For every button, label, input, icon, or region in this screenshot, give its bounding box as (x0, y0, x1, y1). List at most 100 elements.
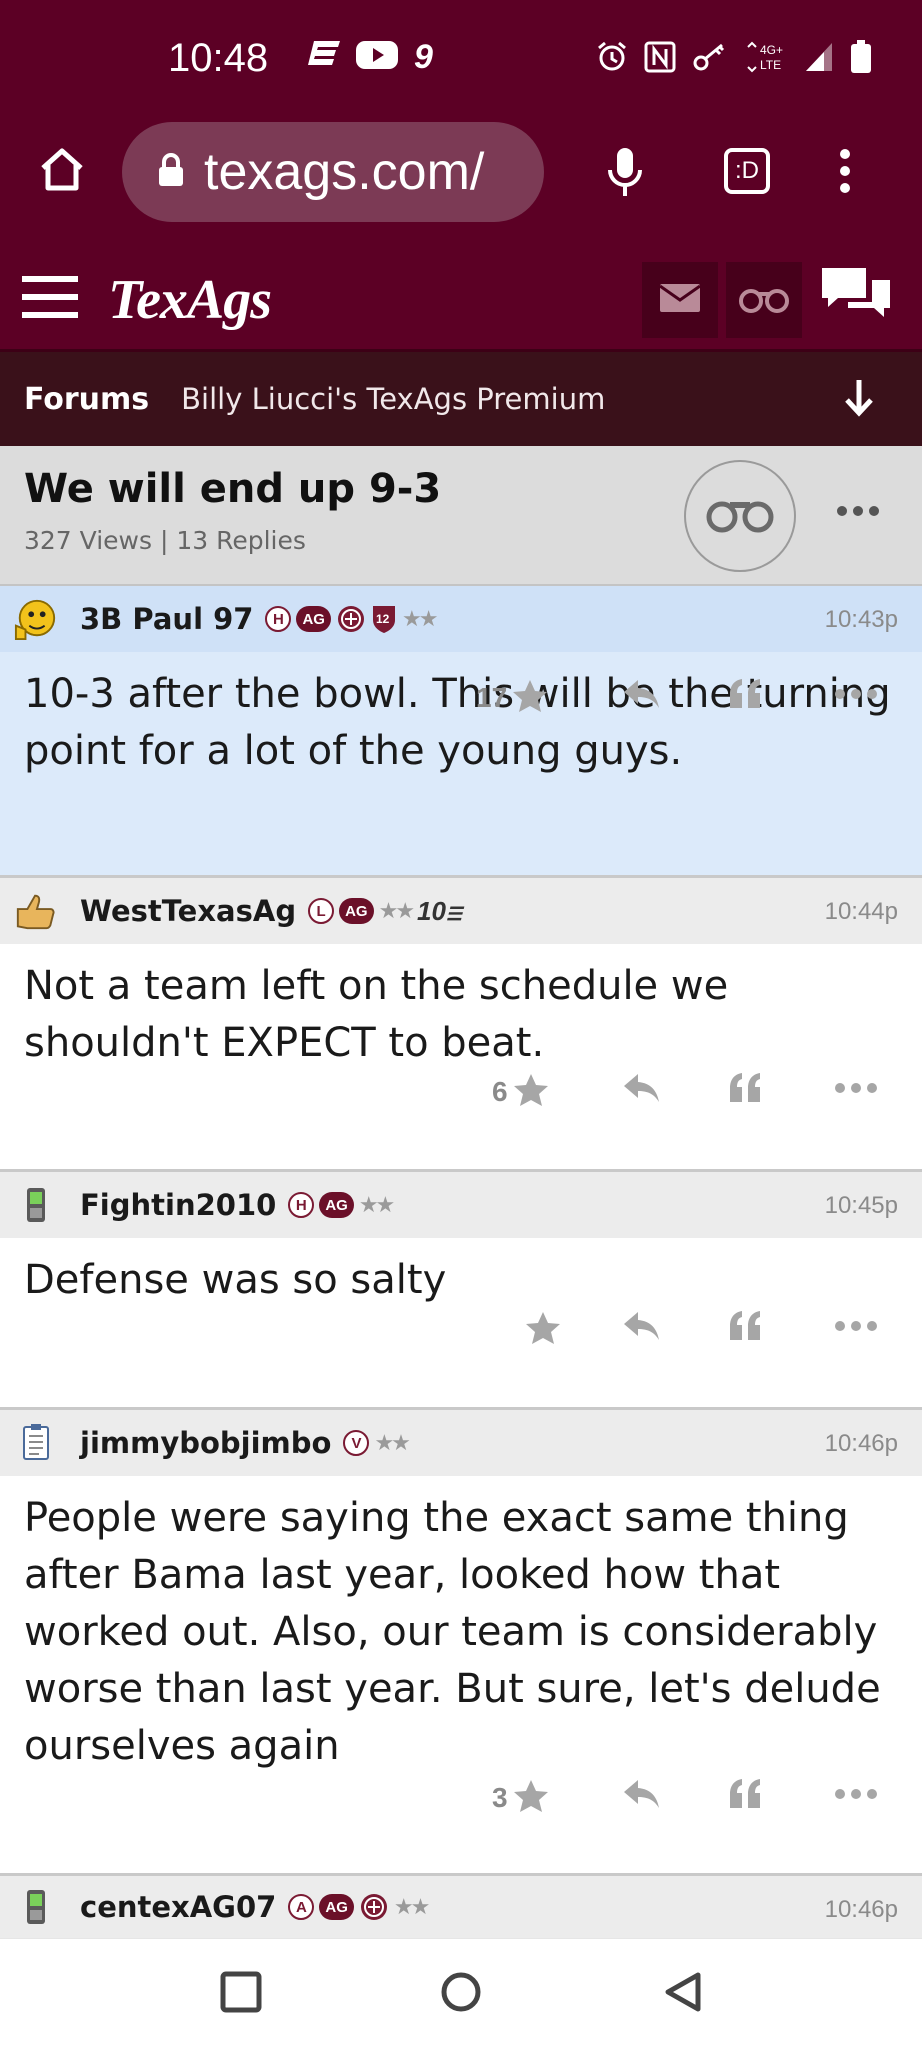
system-nav-bar (0, 1938, 922, 2048)
recents-icon[interactable] (220, 1971, 262, 2017)
star-icon (511, 678, 549, 718)
status-time: 10:48 (168, 36, 269, 80)
vpn-key-icon (692, 41, 728, 73)
quote-button[interactable] (728, 1310, 764, 1346)
like-button[interactable]: 17 (476, 678, 549, 718)
home-nav-icon[interactable] (440, 1971, 482, 2017)
post-username[interactable]: Fightin2010 (80, 1188, 276, 1222)
post-body: Defense was so salty (24, 1257, 447, 1303)
browser-toolbar: texags.com/ :D (0, 118, 922, 228)
texags-logo[interactable]: TexAgs (108, 268, 272, 332)
post-header: Fightin2010 H AG ★★ 10:45p (0, 1172, 922, 1238)
star-icon (512, 1072, 550, 1112)
post-content: 10-3 after the bowl. This will be the tu… (0, 652, 922, 875)
messages-button[interactable] (642, 262, 718, 338)
browser-menu-icon[interactable] (838, 148, 852, 198)
thread-more-icon[interactable] (836, 502, 880, 521)
badge-ag: AG (339, 898, 374, 924)
like-count: 6 (492, 1076, 508, 1107)
quote-button[interactable] (728, 1778, 764, 1814)
breadcrumb-board[interactable]: Billy Liucci's TexAgs Premium (181, 382, 605, 416)
post: WestTexasAg L AG ★★ 10☰ 10:44p Not a tea… (0, 878, 922, 1172)
thread-header: We will end up 9-3 327 Views | 13 Replie… (0, 446, 922, 586)
stars-badge: ★★ (393, 1894, 430, 1920)
post-more-button[interactable] (834, 1778, 878, 1814)
post-body: Not a team left on the schedule we shoul… (24, 963, 729, 1066)
reply-button[interactable] (622, 678, 662, 714)
avatar[interactable] (14, 1183, 58, 1227)
post-username[interactable]: jimmybobjimbo (80, 1426, 331, 1460)
quote-icon (728, 1778, 764, 1814)
star-icon (512, 1778, 550, 1818)
reply-button[interactable] (622, 1310, 662, 1346)
seal-badge-icon (336, 604, 366, 634)
user-badges: H AG ★★ (288, 1192, 395, 1218)
url-text[interactable]: texags.com/ (204, 142, 544, 202)
more-icon (834, 1778, 878, 1814)
home-icon[interactable] (38, 146, 86, 198)
badge-ag: AG (296, 606, 331, 632)
quote-icon (728, 678, 764, 714)
watch-thread-button[interactable] (684, 460, 796, 572)
binoculars-icon (738, 282, 790, 318)
user-badges: L AG ★★ 10☰ (308, 896, 462, 927)
post-header: 3B Paul 97 H AG 12 ★★ 10:43p (0, 586, 922, 652)
status-bar: 10:48 9 4G+ LTE (0, 0, 922, 118)
signal-icon (804, 41, 834, 73)
avatar[interactable] (14, 889, 58, 933)
quote-button[interactable] (728, 678, 764, 714)
stars-badge: ★★ (378, 898, 415, 924)
tab-switcher-button[interactable]: :D (724, 148, 770, 194)
chat-icon[interactable] (818, 264, 894, 328)
post-username[interactable]: WestTexasAg (80, 894, 296, 928)
post-username[interactable]: centexAG07 (80, 1890, 276, 1924)
avatar[interactable] (14, 1421, 58, 1465)
hamburger-menu-icon[interactable] (22, 276, 78, 322)
back-icon[interactable] (662, 1971, 704, 2017)
post-more-button[interactable] (834, 678, 878, 714)
quote-button[interactable] (728, 1072, 764, 1108)
microphone-icon[interactable] (606, 146, 644, 202)
post: centexAG07 A AG ★★ 10:46p (0, 1876, 922, 1938)
post-more-button[interactable] (834, 1310, 878, 1346)
like-button[interactable] (520, 1310, 562, 1350)
more-icon (834, 678, 878, 714)
post-time: 10:44p (824, 898, 898, 925)
arrow-down-icon[interactable] (842, 378, 876, 422)
reply-icon (622, 1072, 662, 1108)
url-bar[interactable]: texags.com/ (122, 122, 544, 222)
svg-text:LTE: LTE (760, 58, 781, 72)
badge-l: L (308, 898, 335, 924)
user-badges: H AG 12 ★★ (265, 604, 438, 634)
alarm-icon (596, 41, 628, 73)
post: 3B Paul 97 H AG 12 ★★ 10:43p 10-3 after … (0, 586, 922, 878)
system-icons: 4G+ LTE (596, 40, 872, 74)
post-content: Defense was so salty (0, 1238, 922, 1407)
post-more-button[interactable] (834, 1072, 878, 1108)
breadcrumb-forums[interactable]: Forums (24, 382, 149, 417)
watched-threads-button[interactable] (726, 262, 802, 338)
svg-text:12: 12 (376, 612, 390, 626)
post-time: 10:43p (824, 606, 898, 633)
thread-stats: 327 Views | 13 Replies (24, 526, 306, 555)
seal-badge-icon (359, 1892, 389, 1922)
post-username[interactable]: 3B Paul 97 (80, 602, 253, 636)
like-button[interactable]: 6 (492, 1072, 550, 1112)
stars-badge: ★★ (401, 606, 438, 632)
avatar[interactable] (14, 1885, 58, 1929)
binoculars-icon (705, 495, 775, 537)
e-notification-icon (308, 39, 342, 71)
quote-icon (728, 1072, 764, 1108)
svg-text:4G+: 4G+ (760, 43, 783, 57)
badge-v: V (343, 1430, 370, 1456)
badge-10: 10☰ (417, 895, 463, 926)
post-body: People were saying the exact same thing … (24, 1495, 881, 1769)
reply-button[interactable] (622, 1778, 662, 1814)
reply-button[interactable] (622, 1072, 662, 1108)
avatar[interactable] (14, 597, 58, 641)
like-button[interactable]: 3 (492, 1778, 550, 1818)
like-count: 3 (492, 1782, 508, 1813)
like-count: 17 (476, 682, 508, 713)
post: jimmybobjimbo V ★★ 10:46p People were sa… (0, 1410, 922, 1876)
lock-icon (158, 153, 184, 191)
